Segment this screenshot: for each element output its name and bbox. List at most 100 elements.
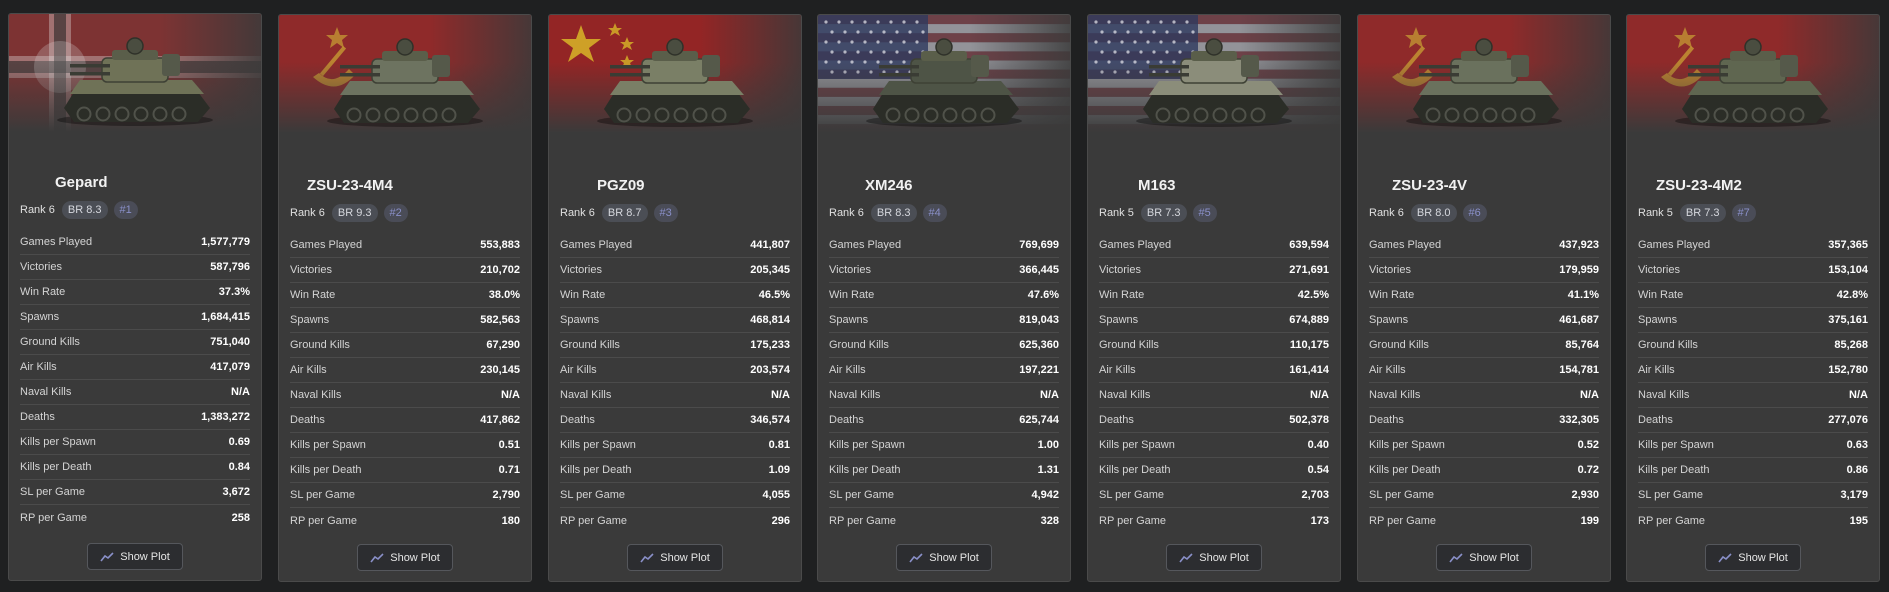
stat-value: 154,781	[1559, 364, 1599, 376]
br-badge: BR 8.3	[870, 204, 917, 222]
stat-value: 0.52	[1577, 439, 1599, 451]
stat-row: Naval Kills N/A	[1369, 383, 1599, 408]
stat-value: 271,691	[1289, 264, 1329, 276]
vehicle-meta: Rank 6 BR 8.0 #6	[1358, 203, 1610, 223]
stat-row: SL per Game 3,672	[20, 480, 250, 505]
stats-table: Games Played 639,594 Victories 271,691 W…	[1099, 233, 1329, 533]
stat-label: Games Played	[1099, 239, 1172, 251]
position-badge: #4	[922, 204, 947, 222]
stat-row: RP per Game 199	[1369, 508, 1599, 533]
stat-value: N/A	[771, 389, 790, 401]
rank-label: Rank 5	[1099, 207, 1134, 219]
stat-row: Deaths 346,574	[560, 408, 790, 433]
stat-label: Games Played	[290, 239, 363, 251]
br-badge: BR 9.3	[331, 204, 378, 222]
stat-row: Win Rate 38.0%	[290, 283, 520, 308]
stat-label: Spawns	[20, 311, 60, 323]
stat-row: Kills per Death 1.31	[829, 458, 1059, 483]
show-plot-label: Show Plot	[1469, 551, 1519, 564]
stat-label: Deaths	[829, 414, 864, 426]
stat-row: Deaths 417,862	[290, 408, 520, 433]
stat-value: 38.0%	[488, 289, 520, 301]
stat-label: Kills per Death	[1369, 464, 1441, 476]
stat-label: Naval Kills	[290, 389, 342, 401]
rank-label: Rank 6	[829, 207, 864, 219]
br-badge: BR 7.3	[1140, 204, 1187, 222]
vehicle-banner	[549, 15, 801, 133]
stat-row: Kills per Death 0.84	[20, 455, 250, 480]
stat-row: Win Rate 47.6%	[829, 283, 1059, 308]
vehicle-name: XM246	[865, 177, 913, 194]
stat-label: Deaths	[20, 411, 55, 423]
stat-value: 582,563	[480, 314, 520, 326]
stat-row: SL per Game 4,055	[560, 483, 790, 508]
stat-label: SL per Game	[560, 489, 626, 501]
stat-label: Spawns	[1369, 314, 1409, 326]
stat-row: Games Played 1,577,779	[20, 230, 250, 255]
stat-label: Deaths	[560, 414, 595, 426]
stat-row: Kills per Spawn 0.40	[1099, 433, 1329, 458]
show-plot-button[interactable]: Show Plot	[357, 544, 453, 571]
vehicle-meta: Rank 6 BR 8.3 #4	[818, 203, 1070, 223]
stat-value: 0.71	[498, 464, 520, 476]
rank-label: Rank 6	[1369, 207, 1404, 219]
stat-row: Naval Kills N/A	[1638, 383, 1868, 408]
show-plot-button[interactable]: Show Plot	[1166, 544, 1262, 571]
stat-value: 180	[501, 514, 520, 527]
stat-label: RP per Game	[1638, 514, 1706, 527]
show-plot-button[interactable]: Show Plot	[627, 544, 723, 571]
stat-value: N/A	[1040, 389, 1059, 401]
stat-value: N/A	[1310, 389, 1329, 401]
stat-label: Ground Kills	[1099, 339, 1159, 351]
show-plot-button[interactable]: Show Plot	[1705, 544, 1801, 571]
vehicle-name: ZSU-23-4M2	[1656, 177, 1742, 194]
vehicle-banner	[1088, 15, 1340, 133]
stat-row: SL per Game 2,930	[1369, 483, 1599, 508]
vehicle-name: ZSU-23-4V	[1392, 177, 1468, 194]
stat-value: 37.3%	[218, 286, 250, 298]
show-plot-button[interactable]: Show Plot	[896, 544, 992, 571]
show-plot-label: Show Plot	[120, 550, 170, 563]
stat-label: Kills per Spawn	[1638, 439, 1714, 451]
stats-table: Games Played 437,923 Victories 179,959 W…	[1369, 233, 1599, 533]
show-plot-button[interactable]: Show Plot	[1436, 544, 1532, 571]
stat-value: 0.51	[498, 439, 520, 451]
stat-row: Naval Kills N/A	[290, 383, 520, 408]
stat-row: RP per Game 258	[20, 505, 250, 530]
stat-row: Kills per Spawn 0.63	[1638, 433, 1868, 458]
stat-label: Victories	[290, 264, 332, 276]
line-chart-icon	[1718, 552, 1732, 562]
stat-row: Win Rate 46.5%	[560, 283, 790, 308]
stat-label: Kills per Death	[1099, 464, 1171, 476]
show-plot-label: Show Plot	[390, 551, 440, 564]
stat-row: Ground Kills 175,233	[560, 333, 790, 358]
stat-value: 203,574	[750, 364, 790, 376]
stat-value: 346,574	[750, 414, 790, 426]
show-plot-button[interactable]: Show Plot	[87, 543, 183, 570]
stat-row: Naval Kills N/A	[1099, 383, 1329, 408]
stat-label: Deaths	[1369, 414, 1404, 426]
stat-label: Deaths	[1099, 414, 1134, 426]
stat-label: Spawns	[829, 314, 869, 326]
stat-value: 67,290	[486, 339, 520, 351]
vehicle-card-grid: Gepard Rank 6 BR 8.3 #1 Games Played 1,5…	[0, 0, 1889, 592]
stat-value: 1,383,272	[201, 411, 250, 423]
stat-value: 258	[231, 511, 250, 524]
vehicle-meta: Rank 6 BR 8.3 #1	[9, 200, 261, 220]
stat-value: 328	[1040, 514, 1059, 527]
stat-label: Air Kills	[1369, 364, 1406, 376]
stat-value: 210,702	[480, 264, 520, 276]
stat-row: Spawns 674,889	[1099, 308, 1329, 333]
vehicle-card: ZSU-23-4V Rank 6 BR 8.0 #6 Games Played …	[1357, 14, 1611, 582]
stat-label: Win Rate	[1369, 289, 1415, 301]
stat-label: RP per Game	[290, 514, 358, 527]
line-chart-icon	[100, 551, 114, 561]
stat-row: RP per Game 296	[560, 508, 790, 533]
stat-value: 0.81	[768, 439, 790, 451]
stat-row: Kills per Death 1.09	[560, 458, 790, 483]
stat-row: Victories 153,104	[1638, 258, 1868, 283]
stat-row: RP per Game 180	[290, 508, 520, 533]
stat-row: Air Kills 230,145	[290, 358, 520, 383]
stat-row: SL per Game 2,703	[1099, 483, 1329, 508]
stat-value: 0.72	[1577, 464, 1599, 476]
